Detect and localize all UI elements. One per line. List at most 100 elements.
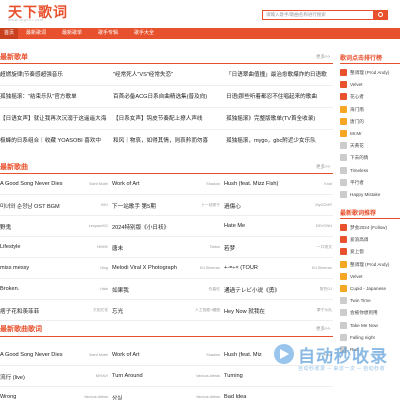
nav-latest-playlists[interactable]: 最新歌单	[58, 28, 86, 39]
rank-item[interactable]: Cupid - Japanese	[340, 283, 400, 294]
rank-song-link[interactable]: 海门南	[350, 105, 364, 114]
rank-item[interactable]: Happy Mistake	[340, 189, 400, 200]
song-artist-link[interactable]: MyGOHR	[304, 203, 332, 207]
rank-song-link[interactable]: 爱上惚	[350, 247, 364, 256]
rank-song-link[interactable]: 会被你想到用	[350, 308, 378, 317]
rank-song-link[interactable]: 天黄花	[350, 141, 364, 150]
song-title-link[interactable]: Bad Idea	[224, 394, 302, 400]
song-title-link[interactable]: Hush (feat. Mizz Fish)	[224, 181, 302, 187]
nav-artist-list[interactable]: 歌手大全	[130, 28, 158, 39]
nav-home[interactable]: 首页	[0, 28, 19, 39]
song-artist-link[interactable]: LeopardXG	[80, 224, 108, 228]
song-title-link[interactable]: Broken.	[0, 286, 78, 292]
rank-item[interactable]: Velvet	[340, 271, 400, 282]
playlist-link[interactable]: 和风｜物哀，如得其情，则哀矜而勿喜	[113, 136, 221, 144]
song-title-link[interactable]: 痞子花和羡菲菲	[0, 307, 78, 315]
song-title-link[interactable]: Work of Art	[112, 181, 190, 187]
song-title-link[interactable]: 唐未	[112, 244, 190, 252]
song-title-link[interactable]: A Good Song Never Dies	[0, 352, 78, 358]
song-artist-link[interactable]: Ed Sheeran	[192, 266, 220, 270]
song-artist-link[interactable]: 拳手乐队	[304, 308, 332, 313]
song-title-link[interactable]: Lifestyle	[0, 244, 78, 250]
rank-item[interactable]: 爱浪高调	[340, 234, 400, 245]
playlists-more-link[interactable]: 更多>>	[316, 54, 330, 60]
rank-item[interactable]: 花心者	[340, 91, 400, 102]
song-artist-link[interactable]: HMHK	[80, 245, 108, 249]
song-title-link[interactable]: 2024特别版《小日袄》	[112, 223, 190, 231]
song-artist-link[interactable]: Shadow	[192, 182, 220, 186]
playlist-link[interactable]: 「日语翠曲值撞」最治愈歌爆炸的日语歌	[226, 70, 334, 78]
search-input[interactable]: 请输入歌手/歌曲名称进行搜索	[262, 10, 374, 20]
playlist-link[interactable]: 孤独摇滚》完整版歌单(TV首全收录)	[226, 114, 334, 122]
rank-song-link[interactable]: Timeless	[350, 166, 368, 175]
playlist-link[interactable]: 日语|那些听着都忍不住唱起来的歌曲	[226, 92, 334, 100]
playlist-link[interactable]: 【日系女声】钩皮节奏配上撩人声线	[113, 114, 221, 122]
song-artist-link[interactable]: DEVONN	[304, 224, 332, 228]
rank-song-link[interactable]: Mr.Mr	[350, 129, 362, 138]
song-artist-link[interactable]: Knot	[304, 182, 332, 186]
rank-song-link[interactable]: Cupid - Japanese	[350, 284, 386, 293]
song-title-link[interactable]: Work of Art	[112, 352, 190, 358]
song-artist-link[interactable]: 人工智能+编曲	[192, 308, 220, 313]
song-artist-link[interactable]: Various Artists	[192, 395, 220, 399]
rank-item[interactable]: Take Me Now	[340, 320, 400, 331]
rank-song-link[interactable]: Velvet	[350, 272, 363, 281]
song-title-link[interactable]: 野鬼	[0, 223, 78, 231]
playlist-link[interactable]: 百首必备ACG日系自曲精选集(普及向)	[113, 92, 221, 100]
song-title-link[interactable]: 過傷心	[224, 202, 302, 210]
playlist-link[interactable]: 【日语女声】就让我再次沉溺于这遥遥大海	[0, 114, 108, 122]
lyrics-more-link[interactable]: 更多>>	[316, 326, 330, 332]
playlist-link[interactable]: 孤独摇滚，mygo，gbc附近少女乐队	[226, 136, 334, 144]
nav-artist-albums[interactable]: 歌手专辑	[94, 28, 122, 39]
rank-item[interactable]: 天黄花	[340, 140, 400, 151]
rank-item[interactable]: 唐门的	[340, 116, 400, 127]
rank-item[interactable]: Timeless	[340, 165, 400, 176]
song-title-link[interactable]: Hey Now 就我在	[224, 307, 302, 315]
song-artist-link[interactable]: 大花红花	[80, 308, 108, 313]
song-title-link[interactable]: 忘光	[112, 307, 190, 315]
rank-item[interactable]: 整调理 (Prod Andy)	[340, 67, 400, 78]
song-title-link[interactable]: 如果我	[112, 286, 190, 294]
rank-item[interactable]: Velvet	[340, 79, 400, 90]
rank-song-link[interactable]: 平行者	[350, 178, 364, 187]
song-artist-link[interactable]: Tattoo	[192, 245, 220, 249]
song-title-link[interactable]: Hate Me	[224, 223, 302, 229]
rank-item[interactable]: 会被你想到用	[340, 307, 400, 318]
song-artist-link[interactable]: Various Artists	[192, 374, 220, 378]
rank-song-link[interactable]: 下去的情	[350, 153, 368, 162]
song-artist-link[interactable]: Ning	[80, 266, 108, 270]
rank-item[interactable]: 爱上惚	[340, 246, 400, 257]
rank-item[interactable]: 下去的情	[340, 152, 400, 163]
song-artist-link[interactable]: Saint Motel	[80, 182, 108, 186]
rank-song-link[interactable]: Happy Mistake	[350, 190, 380, 199]
song-title-link[interactable]: 상실	[112, 394, 190, 400]
song-artist-link[interactable]: 任嘉伦	[192, 287, 220, 292]
song-title-link[interactable]: Melodi Viral X Photograph	[112, 265, 190, 271]
rank-song-link[interactable]: 唐门的	[350, 117, 364, 126]
song-artist-link[interactable]: Hale	[80, 287, 108, 291]
rank-item[interactable]: 整调理 (Prod Andy)	[340, 259, 400, 270]
song-artist-link[interactable]: Saint Motel	[80, 353, 108, 357]
song-title-link[interactable]: miss messy	[0, 265, 78, 271]
song-artist-link[interactable]: 一口袋文	[304, 245, 332, 250]
rank-item[interactable]: 海门南	[340, 104, 400, 115]
song-title-link[interactable]: 通過テレビ小说《勇》	[224, 286, 302, 294]
song-artist-link[interactable]: 下一站歌手	[192, 203, 220, 208]
rank-song-link[interactable]: Velvet	[350, 80, 363, 89]
playlist-link[interactable]: "经常死人"VS"经常失恋"	[113, 70, 221, 78]
song-title-link[interactable]: 미녀와 순정남 OST BGM	[0, 202, 78, 210]
song-title-link[interactable]: 流行 (live)	[0, 373, 78, 381]
rank-song-link[interactable]: 梦会2024 (Follow)	[350, 223, 387, 232]
rank-song-link[interactable]: 花心者	[350, 92, 364, 101]
rank-item[interactable]: Twin Time	[340, 295, 400, 306]
song-artist-link[interactable]: Shadow	[192, 353, 220, 357]
song-title-link[interactable]: Turn Around	[112, 373, 190, 379]
playlist-link[interactable]: 孤独摇滚："结束乐队"官方歌单	[0, 92, 108, 100]
song-artist-link[interactable]: MIYAVI	[80, 374, 108, 378]
song-artist-link[interactable]: Various Artists	[80, 395, 108, 399]
playlist-link[interactable]: 极蜂的日系组合｜收藏 YOASOBI 喜欢中	[0, 136, 108, 144]
song-artist-link[interactable]: Ed Sheeran	[304, 266, 332, 270]
rank-song-link[interactable]: 整调理 (Prod Andy)	[350, 68, 389, 77]
song-title-link[interactable]: 若梦	[224, 244, 302, 252]
rank-item[interactable]: 梦会2024 (Follow)	[340, 222, 400, 233]
